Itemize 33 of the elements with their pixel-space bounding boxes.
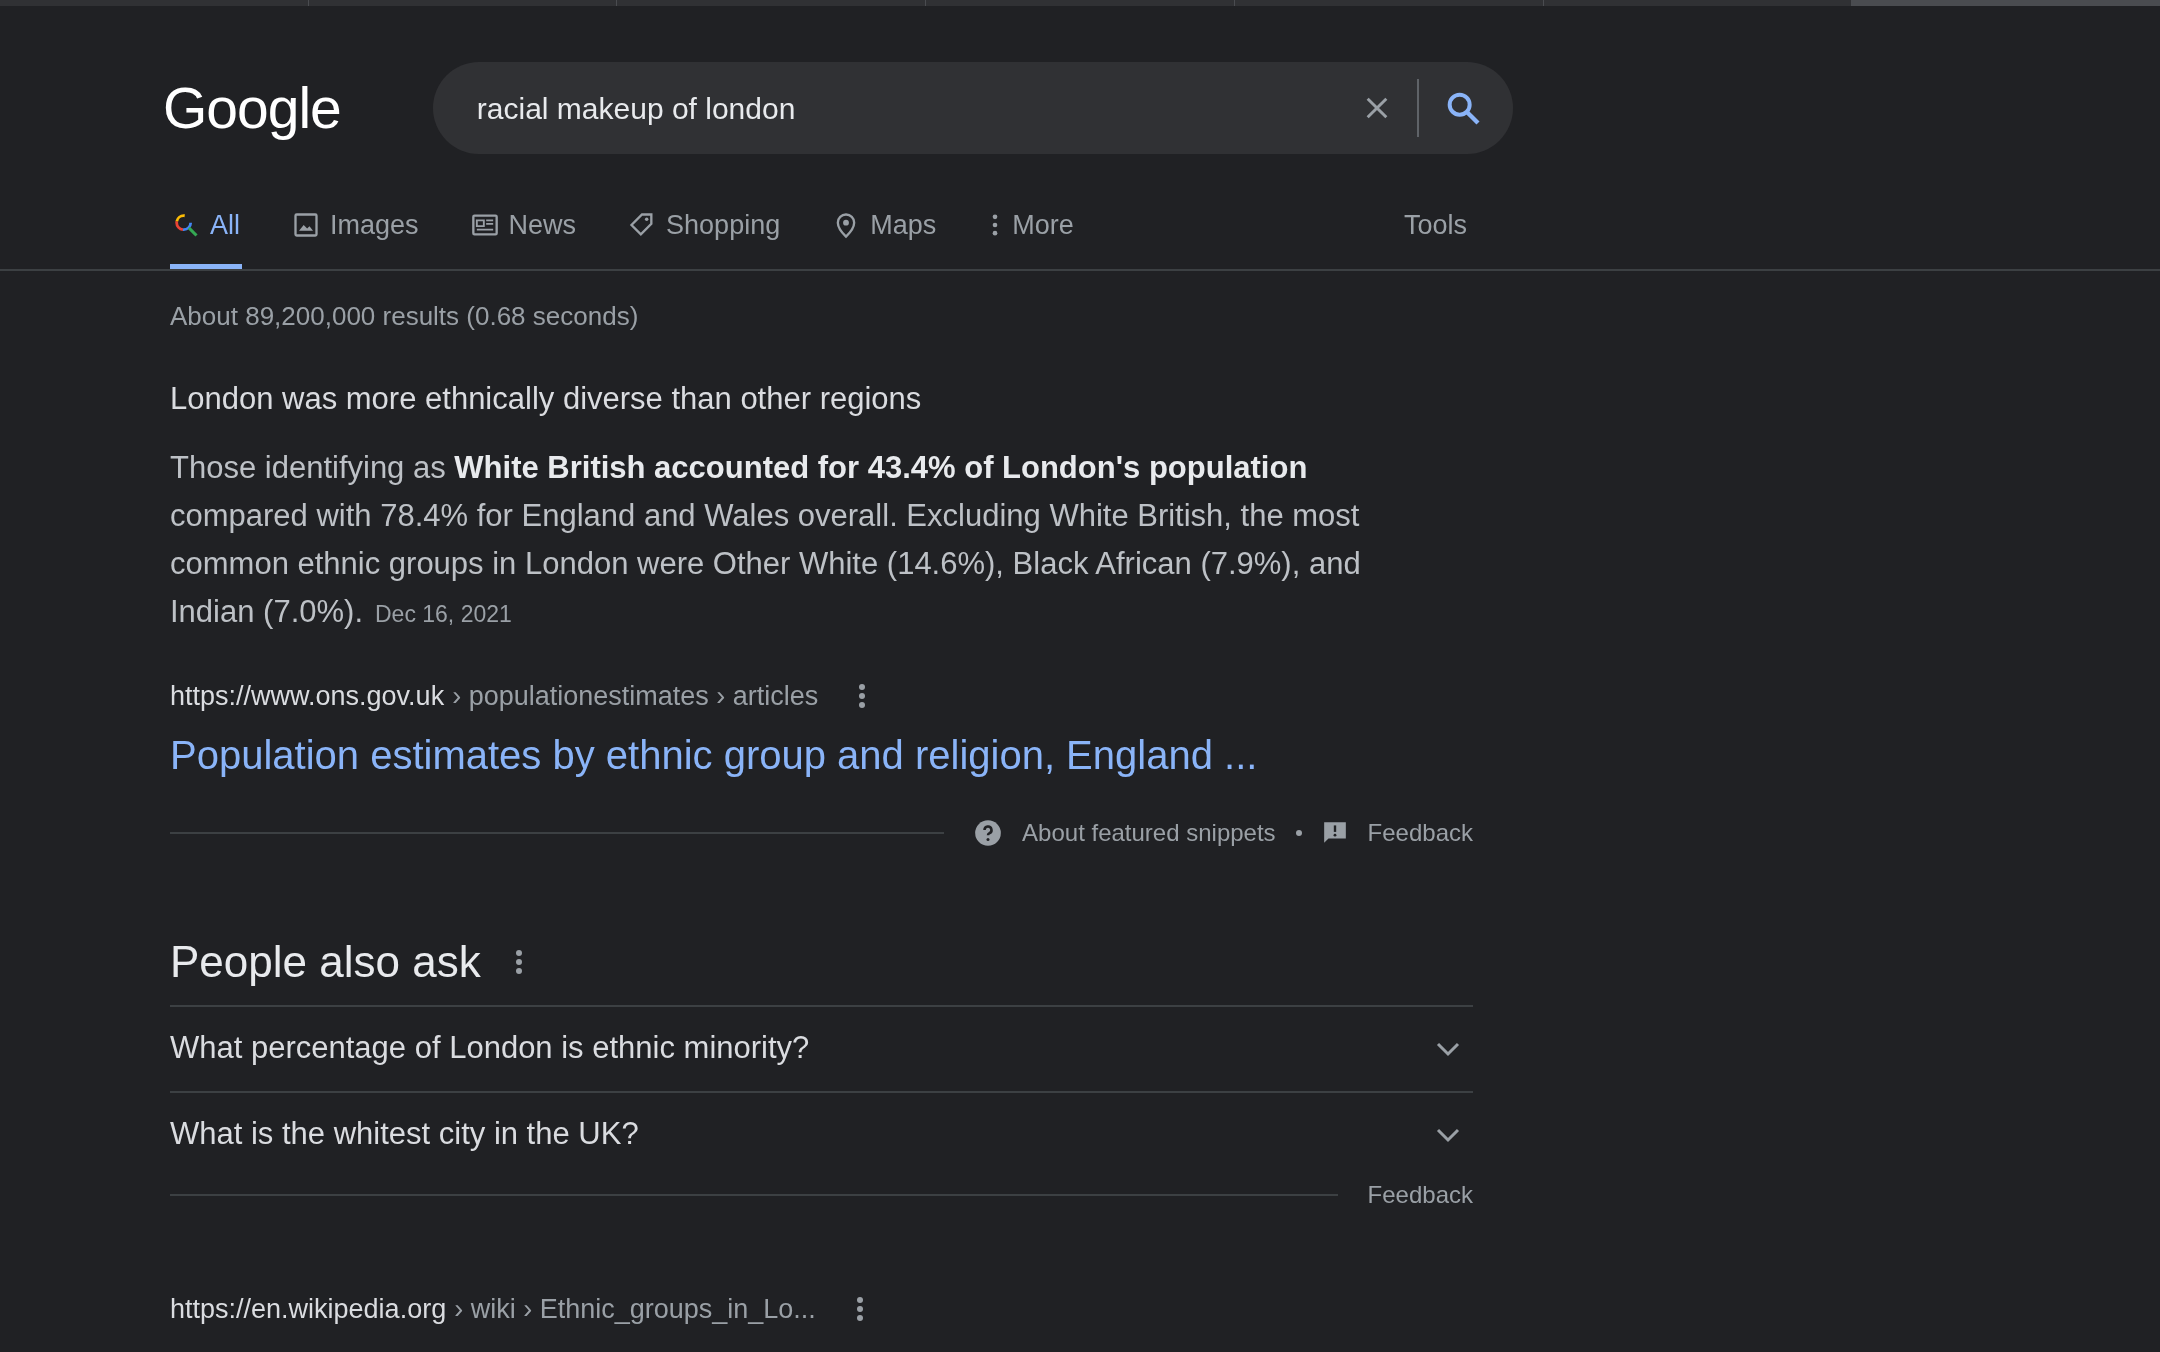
tab[interactable]: More bbox=[986, 205, 1076, 269]
question-text: What is the whitest city in the UK? bbox=[170, 1115, 639, 1154]
search-field[interactable]: racial makeup of london bbox=[474, 84, 1361, 132]
result-title-link[interactable]: Population estimates by ethnic group and religion, England ... bbox=[170, 724, 1258, 785]
more-icon[interactable] bbox=[858, 683, 867, 710]
tab[interactable]: Shopping bbox=[626, 205, 783, 269]
tools-button[interactable]: Tools bbox=[1397, 204, 1473, 269]
section-heading: People also ask bbox=[170, 935, 481, 988]
tab[interactable]: Maps bbox=[830, 205, 939, 269]
result-path: › populationestimates › articles bbox=[452, 680, 819, 713]
more-icon[interactable] bbox=[514, 948, 523, 975]
image-icon bbox=[292, 211, 320, 240]
tab[interactable]: Images bbox=[290, 205, 421, 269]
chevron-icon bbox=[1435, 1126, 1461, 1143]
result-url: https://en.wikipedia.org bbox=[170, 1292, 447, 1326]
result-path: › wiki › Ethnic_groups_in_Lo... bbox=[454, 1292, 816, 1326]
dot-separator-icon bbox=[1295, 829, 1302, 836]
result-stats: About 89,200,000 results (0.68 seconds) bbox=[170, 299, 640, 333]
chevron-icon bbox=[1435, 1040, 1461, 1057]
snippet-heading: London was more ethnically diverse than other regions bbox=[170, 379, 923, 418]
search-bar[interactable]: racial makeup of london bbox=[432, 62, 1513, 154]
more-icon[interactable] bbox=[855, 1295, 864, 1322]
result-url: https://www.ons.gov.uk bbox=[170, 680, 445, 713]
tab[interactable]: News bbox=[468, 205, 579, 269]
feedback-link[interactable]: Feedback bbox=[1367, 1176, 1473, 1213]
question-row[interactable]: What percentage of London is ethnic minority? bbox=[170, 1004, 1473, 1091]
about-link[interactable]: About featured snippets bbox=[1022, 814, 1276, 851]
snippet-text: Those identifying as White British accounted for 43.4% of London's population compared with 78.4% for England and Wales overall. Excluding White British, the most common ethnic groups in London were Other White (14.6%), Black African (7.9%), and Indian (7.0%). Dec 16, 2021 bbox=[170, 449, 1362, 631]
help-icon bbox=[974, 818, 1003, 847]
question-row[interactable]: What is the whitest city in the UK? bbox=[170, 1090, 1473, 1177]
feedback-link[interactable]: Feedback bbox=[1367, 814, 1473, 851]
tab[interactable]: All bbox=[170, 205, 242, 269]
question-text: What percentage of London is ethnic minority? bbox=[170, 1029, 810, 1068]
